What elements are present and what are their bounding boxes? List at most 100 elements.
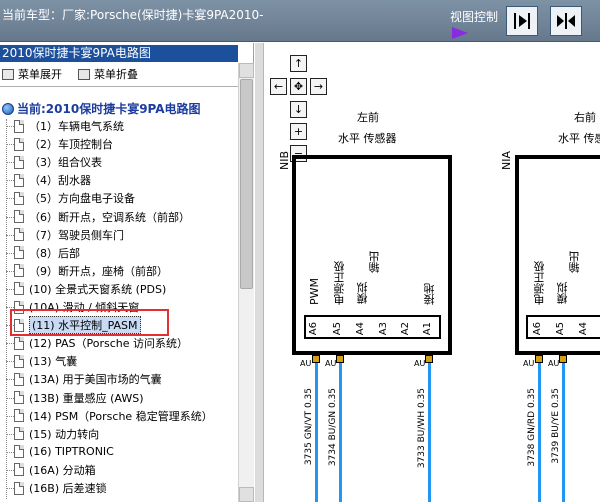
left-wire-3 [428, 363, 431, 502]
left-wire-1 [315, 363, 318, 502]
tree-connector [6, 252, 14, 254]
right-pin-number-a4: A4 [578, 322, 589, 336]
menu-collapse-label: 菜单折叠 [94, 68, 138, 81]
circuit-diagram: ↑ ← ✥ → ↓ + − 左前 水平 传感器 NIB PWM 电源正极 模拟 … [264, 43, 600, 502]
document-icon [14, 372, 24, 386]
left-pin-number-a1: A1 [422, 322, 433, 336]
tree-item-label: (16B) 后差速锁 [29, 482, 107, 495]
tree-connector [6, 307, 14, 308]
tree-connector [6, 216, 14, 218]
tree-item[interactable]: （7）驾驶员侧车门 [6, 226, 124, 244]
left-pin-number-a5: A5 [332, 322, 343, 336]
left-terminal-a5 [336, 355, 344, 363]
pan-up-button[interactable]: ↑ [290, 55, 307, 72]
view-control-label: 视图控制 [450, 10, 499, 24]
tree-connector [6, 361, 14, 363]
tree-connector [6, 415, 14, 417]
document-icon [14, 354, 24, 368]
tree-item-label: （3）组合仪表 [29, 156, 102, 170]
globe-icon [2, 102, 14, 115]
tree-panel: 2010保时捷卡宴9PA电路图 菜单展开 菜单折叠 当前:2010保时捷卡宴9P… [0, 43, 254, 502]
tree-item[interactable]: （5）方向盘电子设备 [6, 189, 135, 207]
right-pin-output: 输出 [568, 251, 581, 273]
arrow-left-icon: ← [273, 80, 284, 93]
right-pin-power: 电源正极 [533, 261, 546, 305]
right-sensor-title: 右前 [574, 111, 596, 124]
tree-item[interactable]: (15) 动力转向 [6, 425, 100, 443]
scroll-down-button[interactable] [239, 487, 254, 502]
document-icon [14, 137, 24, 151]
tree-connector [6, 126, 14, 127]
pan-right-button[interactable]: → [310, 78, 327, 95]
tree-item[interactable]: (10) 全景式天窗系统 (PDS) [6, 280, 166, 298]
tree-item[interactable]: (16A) 分动箱 [6, 461, 96, 479]
document-icon [14, 282, 24, 296]
arrow-right-bar-icon [514, 13, 530, 29]
left-pin-ground: 接地 [423, 283, 436, 305]
left-connector [304, 315, 441, 339]
tree-item[interactable]: (14) PSM（Porsche 稳定管理系统） [6, 407, 213, 425]
tree-root-label: 当前:2010保时捷卡宴9PA电路图 [17, 102, 201, 116]
tree-item[interactable]: (13A) 用于美国市场的气囊 [6, 370, 162, 388]
right-pin-number-a6: A6 [532, 322, 543, 336]
zoom-in-button[interactable]: + [290, 123, 307, 140]
tree-item[interactable]: (13) 气囊 [6, 352, 78, 370]
view-split-button[interactable] [550, 6, 582, 36]
right-sensor-subtitle: 水平 传感器 [558, 132, 600, 145]
vertical-scrollbar[interactable] [238, 63, 254, 502]
tree-connector [6, 288, 14, 290]
tree-item-label: （5）方向盘电子设备 [29, 192, 135, 206]
tree-item[interactable]: （9）断开点，座椅（前部） [6, 262, 168, 280]
scroll-up-button[interactable] [239, 63, 254, 78]
left-sensor-title: 左前 [357, 111, 379, 124]
document-icon [14, 445, 24, 459]
document-icon [14, 481, 24, 495]
tree-item[interactable]: （2）车顶控制台 [6, 135, 113, 153]
left-side-code: NIB [278, 151, 291, 171]
tree-item[interactable]: （3）组合仪表 [6, 153, 102, 171]
tree-item-label: (15) 动力转向 [29, 427, 100, 441]
plus-icon: + [293, 125, 304, 138]
panel-header: 2010保时捷卡宴9PA电路图 [0, 45, 238, 62]
tree-connector [6, 469, 14, 471]
tree-item[interactable]: （8）后部 [6, 244, 80, 262]
pan-down-button[interactable]: ↓ [290, 101, 307, 118]
car-model-label: 当前车型：厂家:Porsche(保时捷)卡宴9PA2010- [2, 8, 264, 22]
panel-divider[interactable] [255, 43, 264, 502]
pan-left-button[interactable]: ← [270, 78, 287, 95]
menu-collapse-button[interactable]: 菜单折叠 [78, 66, 138, 82]
tree-item-label: （7）驾驶员侧车门 [29, 228, 124, 242]
tree-connector [6, 198, 14, 200]
left-wire-2 [339, 363, 342, 502]
tree-item[interactable]: (12) PAS（Porsche 访问系统） [6, 334, 188, 352]
view-right-button[interactable] [506, 6, 538, 36]
right-side-code: NIA [500, 151, 513, 170]
document-icon [14, 173, 24, 187]
tree-item[interactable]: (13B) 重量感应 (AWS) [6, 389, 144, 407]
tree-item[interactable]: （4）刮水器 [6, 171, 91, 189]
tree-item[interactable]: （6）断开点，空调系统（前部） [6, 208, 190, 226]
collapse-icon [78, 68, 90, 80]
tree-connector [6, 234, 14, 236]
tree-connector [6, 397, 14, 399]
title-bar: 当前车型：厂家:Porsche(保时捷)卡宴9PA2010- 视图控制 [0, 0, 600, 42]
right-au-label-2: AU [548, 359, 560, 368]
left-pin-power: 电源正极 [333, 261, 346, 305]
left-wire-label-2: 3734 BU/GN 0.35 [328, 388, 338, 467]
document-icon [14, 191, 24, 205]
document-icon [14, 264, 24, 278]
menu-expand-button[interactable]: 菜单展开 [2, 66, 62, 82]
tree-item[interactable]: （1）车辆电气系统 [6, 117, 124, 135]
scroll-thumb[interactable] [240, 79, 253, 289]
right-wire-1 [538, 363, 541, 502]
left-au-label-2: AU [325, 359, 337, 368]
left-pin-output: 输出 [368, 251, 381, 273]
tree-root[interactable]: 当前:2010保时捷卡宴9PA电路图 [2, 100, 201, 117]
tree-item-label: (13) 气囊 [29, 355, 78, 369]
tree-connector [6, 162, 14, 164]
pan-center-button[interactable]: ✥ [290, 78, 307, 95]
tree-item[interactable]: (16) TIPTRONIC [6, 443, 114, 461]
tree-item[interactable]: (16B) 后差速锁 [6, 479, 107, 497]
tree-connector [6, 488, 14, 489]
tree-item-label: (16A) 分动箱 [29, 463, 96, 477]
